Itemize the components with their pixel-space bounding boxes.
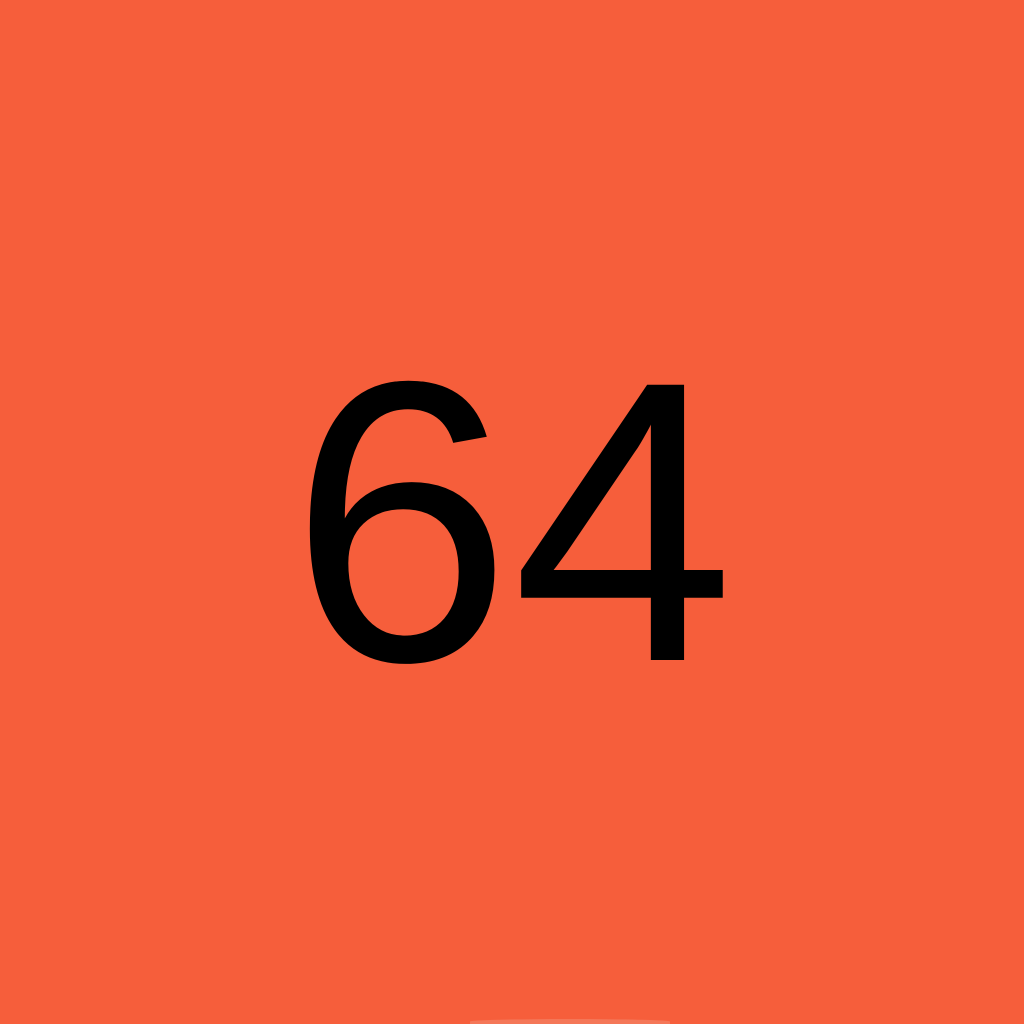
tile-value: 64: [289, 298, 735, 745]
game-tile: 64: [0, 0, 1024, 1024]
tile-edge-highlight: [470, 1019, 670, 1024]
